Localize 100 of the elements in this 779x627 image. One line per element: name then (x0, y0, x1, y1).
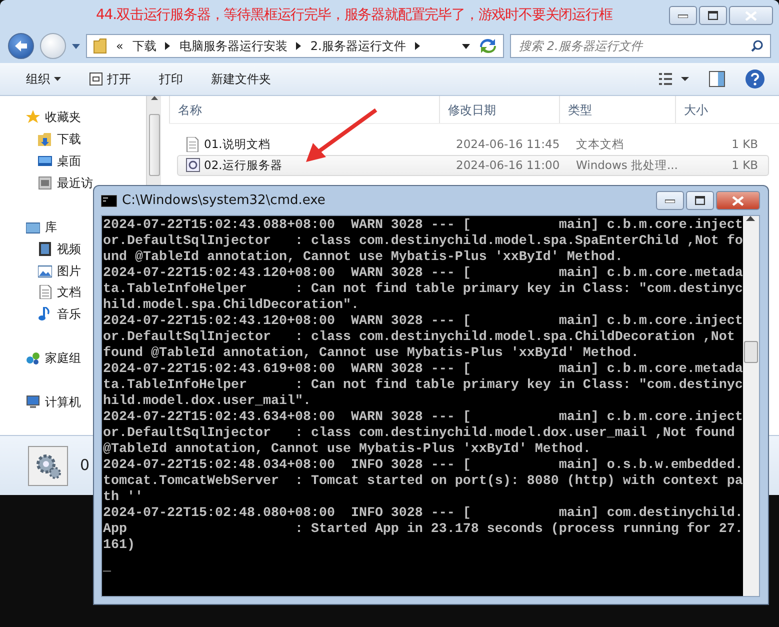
help-icon[interactable] (745, 69, 765, 89)
organize-menu[interactable]: 组织 (14, 68, 73, 90)
scroll-up-icon[interactable] (746, 216, 756, 221)
document-icon (38, 285, 52, 300)
refresh-icon[interactable] (479, 38, 497, 54)
file-size: 1 KB (730, 136, 759, 153)
star-icon (26, 110, 40, 124)
sidebar-item[interactable]: 图片 (26, 260, 81, 282)
console-line: und @TableId annotation, Cannot use Mybatis-Plus 'xxById' Method. (103, 250, 624, 266)
console-line: or.DefaultSqlInjector : class com.destinychild.model.dox.user_mail ,Not found (103, 426, 736, 442)
console-line: or.DefaultSqlInjector : class com.destinychild.model.spa.ChildDecoration ,Not (103, 330, 736, 346)
breadcrumb[interactable]: 2.服务器运行文件 (310, 37, 406, 55)
column-header[interactable]: 修改日期 (439, 96, 559, 123)
music-icon (38, 307, 52, 322)
toolbar-button[interactable]: 新建文件夹 (199, 68, 283, 90)
console-line: 2024-07-22T15:02:48.034+08:00 INFO 3028 --- [ main] o.s.b.w.embedded. (103, 458, 743, 474)
downloads-folder-icon (38, 132, 52, 146)
file-type: Windows 批处理... (575, 156, 679, 174)
console-line: @TableId annotation, Cannot use Mybatis-Plus 'xxById' Method. (103, 442, 592, 458)
sidebar-item[interactable]: 视频 (26, 238, 81, 260)
scrollbar-thumb[interactable] (744, 341, 758, 363)
maximize-button[interactable] (686, 191, 714, 210)
address-bar[interactable]: « 下载 电脑服务器运行安装 2.服务器运行文件 (86, 34, 504, 58)
maximize-button[interactable] (699, 6, 727, 25)
maximize-icon (708, 11, 718, 20)
sidebar-item[interactable]: 家庭组 (26, 347, 81, 370)
minimize-icon (678, 14, 688, 18)
console-line: 2024-07-22T15:02:43.634+08:00 WARN 3028 --- [ main] c.b.m.core.inject (103, 410, 743, 426)
console-icon (101, 194, 117, 206)
chevron-icon (296, 42, 302, 50)
picture-icon (38, 264, 52, 278)
toolbar-button[interactable]: 打开 (77, 68, 143, 90)
close-icon (745, 10, 757, 20)
console-line: th '' (103, 490, 144, 506)
sidebar-item[interactable]: 最近访 (26, 172, 93, 194)
close-button[interactable] (716, 191, 760, 210)
column-header[interactable]: 大小 (675, 96, 759, 123)
minimize-button[interactable] (669, 6, 697, 25)
toolbar-button[interactable]: 打印 (147, 68, 195, 90)
sidebar-item[interactable]: 文档 (26, 282, 81, 304)
library-folder-icon (26, 220, 40, 234)
file-type: 文本文档 (575, 136, 625, 153)
annotation-text: 44.双击运行服务器，等待黑框运行完毕，服务器就配置完毕了，游戏时不要关闭运行框 (96, 6, 612, 25)
chevron-icon (165, 42, 170, 50)
view-options-icon[interactable] (659, 73, 689, 85)
breadcrumb[interactable]: 电脑服务器运行安装 (179, 37, 288, 55)
console-line: ta.TableInfoHelper : Can not find table primary key in Class: "com.destinyc (103, 378, 743, 394)
file-date: 2024-06-16 11:45 (455, 136, 561, 153)
close-icon (732, 196, 744, 206)
chevron-icon (414, 42, 420, 50)
file-name: 01.说明文档 (204, 136, 270, 153)
console-line: 2024-07-22T15:02:43.619+08:00 WARN 3028 --- [ main] c.b.m.core.metada (103, 362, 743, 378)
back-arrow-icon (14, 40, 28, 52)
console-line: or.DefaultSqlInjector : class com.destinychild.model.spa.SpaEnterChild ,Not fo (103, 234, 743, 250)
scrollbar-thumb[interactable] (148, 114, 160, 176)
file-date: 2024-06-16 11:00 (455, 156, 561, 174)
breadcrumb[interactable]: 下载 (132, 37, 156, 55)
search-icon[interactable] (751, 40, 763, 52)
text-cursor: _ (103, 560, 112, 576)
preview-pane-icon[interactable] (709, 71, 725, 87)
text-file-icon (186, 137, 200, 152)
search-field[interactable]: 搜索 2.服务器运行文件 (510, 34, 771, 58)
console-line: 161) (103, 538, 136, 554)
console-line: hild.model.dox.user_mail". (103, 394, 312, 410)
minimize-icon (665, 198, 675, 202)
minimize-button[interactable] (656, 191, 684, 210)
dropdown-caret-icon[interactable] (462, 44, 470, 48)
column-header[interactable]: 类型 (559, 96, 675, 123)
homegroup-icon (26, 351, 40, 366)
open-icon (89, 72, 103, 86)
file-row[interactable]: 02.运行服务器 2024-06-16 11:00 Windows 批处理... 1 KB (177, 155, 769, 176)
sidebar-item[interactable]: 计算机 (26, 391, 81, 414)
details-name: 0 (80, 455, 90, 476)
column-header[interactable]: 名称 (169, 96, 439, 123)
console-line: App : Started App in 23.178 seconds (process running for 27. (103, 522, 743, 538)
window-title: C:\Windows\system32\cmd.exe (122, 192, 326, 210)
file-size: 1 KB (730, 156, 759, 174)
console-line: ta.TableInfoHelper : Can not find table primary key in Class: "com.destinyc (103, 282, 743, 298)
dropdown-caret-icon (54, 77, 61, 81)
sidebar-item[interactable]: 下载 (26, 128, 81, 150)
console-line: 2024-07-22T15:02:43.120+08:00 WARN 3028 --- [ main] c.b.m.core.metada (103, 266, 743, 282)
video-icon (38, 242, 52, 256)
sidebar-item[interactable]: 桌面 (26, 150, 81, 172)
console-line: 2024-07-22T15:02:43.088+08:00 WARN 3028 --- [ main] c.b.m.core.inject (103, 218, 743, 234)
console-line: 2024-07-22T15:02:48.080+08:00 INFO 3028 --- [ main] com.destinychild. (103, 506, 743, 522)
folder-icon (93, 38, 107, 54)
computer-icon (26, 395, 40, 410)
maximize-icon (695, 196, 705, 205)
back-button[interactable] (8, 33, 34, 59)
gear-icon (34, 452, 62, 480)
file-row[interactable]: 01.说明文档 2024-06-16 11:45 文本文档 1 KB (177, 134, 769, 155)
console-line: hild.model.spa.ChildDecoration". (103, 298, 360, 314)
console-line: tomcat.TomcatWebServer : Tomcat started on port(s): 8080 (http) with context pa (103, 474, 743, 490)
breadcrumb[interactable]: « (116, 37, 124, 55)
sidebar-item[interactable]: 收藏夹 (26, 106, 81, 128)
console-line: 2024-07-22T15:02:43.120+08:00 WARN 3028 --- [ main] c.b.m.core.inject (103, 314, 743, 330)
console-line: found @TableId annotation, Cannot use Mybatis-Plus 'xxById' Method. (103, 346, 640, 362)
sidebar-item[interactable]: 音乐 (26, 303, 81, 326)
sidebar-item[interactable]: 库 (26, 216, 57, 238)
desktop-icon (38, 154, 52, 168)
